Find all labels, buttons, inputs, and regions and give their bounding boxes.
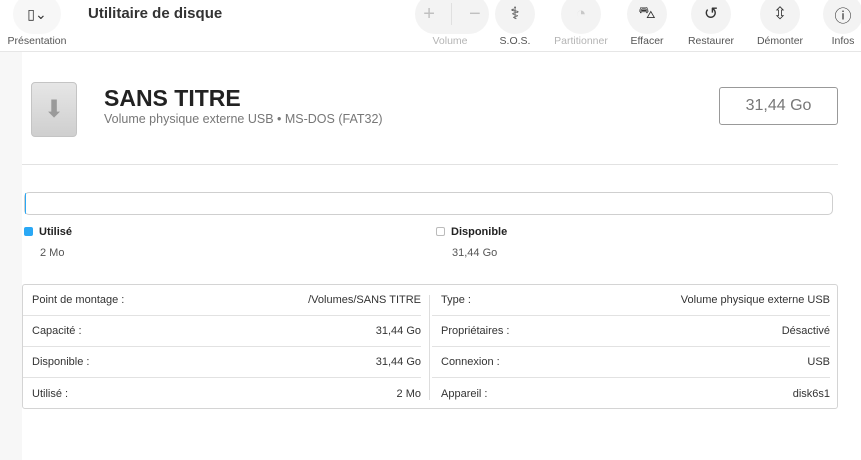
info-value: Désactivé — [781, 325, 830, 337]
info-key: Propriétaires : — [441, 325, 510, 337]
used-value: 2 Mo — [40, 247, 65, 259]
restore-icon: ↺ — [703, 4, 719, 23]
column-divider — [429, 295, 430, 400]
info-row: Type : Volume physique externe USB — [432, 285, 830, 316]
partition-button[interactable]: ◔ Partitionner — [546, 0, 616, 47]
info-value: Volume physique externe USB — [680, 294, 830, 306]
info-button[interactable]: ⓘ Infos — [808, 0, 861, 47]
info-row: Connexion : USB — [432, 347, 830, 378]
pie-chart-icon: ◔ — [575, 4, 587, 23]
sidebar — [0, 52, 22, 460]
usage-bar — [24, 192, 833, 215]
unmount-icon: ⇳ — [772, 4, 788, 23]
legend-free: Disponible — [436, 226, 507, 238]
divider — [22, 164, 838, 165]
info-key: Type : — [441, 294, 471, 306]
volume-button[interactable]: + − Volume — [415, 0, 489, 47]
info-key: Appareil : — [441, 387, 488, 400]
info-row: Propriétaires : Désactivé — [432, 316, 830, 347]
window-title: Utilitaire de disque — [88, 5, 223, 22]
info-key: Point de montage : — [32, 294, 125, 306]
legend-used: Utilisé — [24, 226, 72, 238]
first-aid-button[interactable]: ⚕ S.O.S. — [480, 0, 550, 47]
info-key: Connexion : — [441, 356, 500, 368]
add-volume-icon[interactable]: + — [423, 3, 435, 26]
restore-button[interactable]: ↺ Restaurer — [676, 0, 746, 47]
info-key: Disponible : — [32, 356, 90, 368]
drive-icon: ⬇ — [31, 82, 77, 137]
info-row: Disponible : 31,44 Go — [23, 347, 421, 378]
info-value: 31,44 Go — [375, 356, 421, 368]
info-row: Utilisé : 2 Mo — [23, 378, 421, 409]
volume-name: SANS TITRE — [104, 85, 241, 111]
info-value: 31,44 Go — [375, 325, 421, 337]
erase-drive-icon: ⛍ — [638, 3, 656, 22]
info-row: Appareil : disk6s1 — [432, 378, 830, 409]
info-key: Capacité : — [32, 325, 82, 337]
free-value: 31,44 Go — [452, 247, 498, 259]
info-value: 2 Mo — [396, 387, 421, 400]
remove-volume-icon[interactable]: − — [469, 3, 481, 26]
erase-button[interactable]: ⛍ Effacer — [612, 0, 682, 47]
stethoscope-icon: ⚕ — [510, 4, 520, 23]
unmount-button[interactable]: ⇳ Démonter — [745, 0, 815, 47]
toolbar: ▯⌄ Présentation Utilitaire de disque + − … — [0, 0, 861, 52]
info-row: Capacité : 31,44 Go — [23, 316, 421, 347]
volume-subtitle: Volume physique externe USB • MS-DOS (FA… — [104, 112, 383, 126]
used-swatch — [24, 227, 33, 236]
free-swatch — [436, 227, 445, 236]
info-row: Point de montage : /Volumes/SANS TITRE — [23, 285, 421, 316]
volume-size: 31,44 Go — [719, 87, 838, 125]
sidebar-toggle-icon: ▯⌄ — [27, 5, 47, 22]
info-value: disk6s1 — [792, 387, 830, 400]
info-value: USB — [807, 356, 830, 368]
info-value: /Volumes/SANS TITRE — [308, 294, 421, 306]
info-table: Point de montage : /Volumes/SANS TITRE Cap… — [22, 284, 838, 409]
info-key: Utilisé : — [32, 387, 69, 400]
info-icon: ⓘ — [834, 6, 852, 26]
presentation-button[interactable]: ▯⌄ Présentation — [2, 0, 72, 47]
